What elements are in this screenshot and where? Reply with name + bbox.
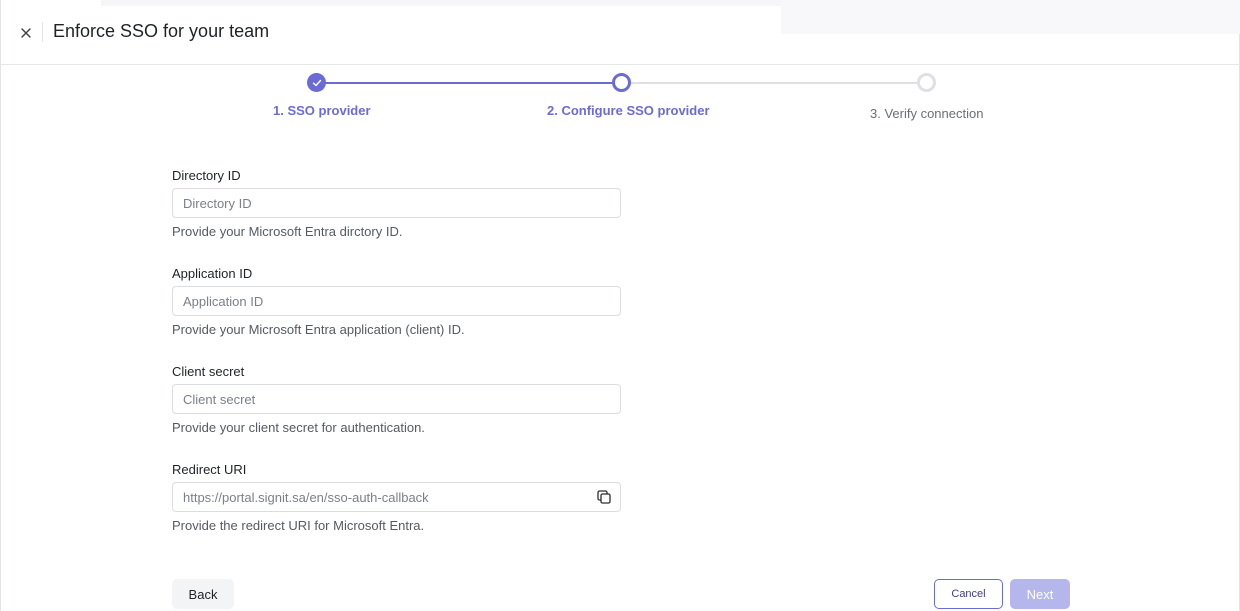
- back-button[interactable]: Back: [172, 579, 234, 609]
- client-secret-input[interactable]: [172, 384, 621, 414]
- check-icon: [312, 79, 321, 86]
- close-button[interactable]: [15, 22, 37, 44]
- close-icon: [21, 28, 31, 38]
- copy-redirect-uri-button[interactable]: [595, 488, 613, 506]
- step-connector-pending: [630, 82, 917, 84]
- step-1-label: 1. SSO provider: [273, 103, 371, 118]
- directory-id-label: Directory ID: [172, 168, 241, 183]
- step-3-label: 3. Verify connection: [870, 106, 984, 121]
- redirect-uri-help: Provide the redirect URI for Microsoft E…: [172, 518, 425, 533]
- client-secret-label: Client secret: [172, 364, 245, 379]
- header-divider: [42, 22, 43, 42]
- directory-id-help: Provide your Microsoft Entra dirctory ID…: [172, 224, 403, 239]
- client-secret-help: Provide your client secret for authentic…: [172, 420, 425, 435]
- copy-icon: [597, 490, 611, 504]
- step-2-indicator: [612, 73, 631, 92]
- step-2-label: 2. Configure SSO provider: [547, 103, 710, 118]
- step-3-indicator: [917, 73, 936, 92]
- cancel-button[interactable]: Cancel: [934, 579, 1003, 609]
- redirect-uri-label: Redirect URI: [172, 462, 247, 477]
- application-id-help: Provide your Microsoft Entra application…: [172, 322, 465, 337]
- dialog-header: Enforce SSO for your team: [1, 0, 1240, 65]
- redirect-uri-input[interactable]: [172, 482, 621, 512]
- step-connector-complete: [325, 82, 612, 84]
- dialog: Enforce SSO for your team 1. SSO provide…: [0, 0, 1240, 611]
- next-button[interactable]: Next: [1010, 579, 1070, 609]
- page-title: Enforce SSO for your team: [53, 21, 270, 41]
- directory-id-input[interactable]: [172, 188, 621, 218]
- application-id-input[interactable]: [172, 286, 621, 316]
- application-id-label: Application ID: [172, 266, 253, 281]
- step-1-indicator: [307, 73, 326, 92]
